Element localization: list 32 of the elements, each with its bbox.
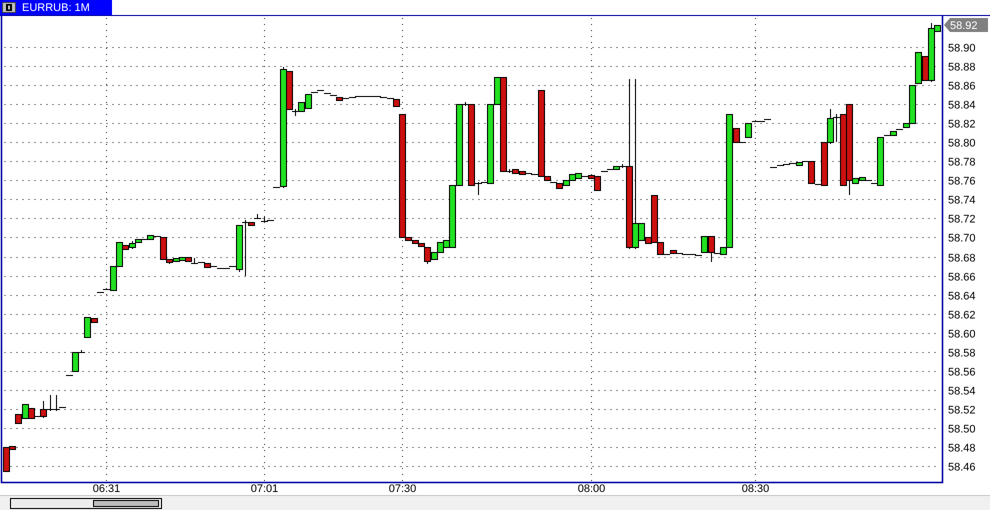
chart-tab[interactable]: EURRUB: 1M — [0, 0, 112, 15]
price-label: 58.50 — [948, 424, 976, 436]
price-label: 58.46 — [948, 462, 976, 474]
price-label: 58.48 — [948, 442, 976, 454]
price-label: 58.54 — [948, 386, 976, 398]
price-label: 58.84 — [948, 100, 976, 112]
time-label: 07:30 — [388, 483, 416, 495]
price-label: 58.62 — [948, 310, 976, 322]
price-label: 58.72 — [948, 214, 976, 226]
price-label: 58.74 — [948, 194, 976, 206]
price-label: 58.78 — [948, 156, 976, 168]
time-label: 08:00 — [578, 483, 606, 495]
price-label: 58.58 — [948, 348, 976, 360]
current-price-tag: 58.92 — [944, 18, 988, 32]
price-label: 58.68 — [948, 252, 976, 264]
window-icon — [2, 2, 16, 13]
time-label: 08:30 — [742, 483, 770, 495]
price-label: 58.66 — [948, 272, 976, 284]
price-label: 58.56 — [948, 366, 976, 378]
price-label: 58.80 — [948, 138, 976, 150]
price-label: 58.70 — [948, 232, 976, 244]
price-label: 58.52 — [948, 404, 976, 416]
scrollbar[interactable] — [10, 498, 162, 509]
price-label: 58.88 — [948, 62, 976, 74]
price-label: 58.82 — [948, 118, 976, 130]
price-label: 58.76 — [948, 176, 976, 188]
price-label: 58.90 — [948, 42, 976, 54]
time-label: 07:01 — [250, 483, 278, 495]
price-label: 58.60 — [948, 328, 976, 340]
price-label: 58.86 — [948, 80, 976, 92]
price-label: 58.64 — [948, 290, 976, 302]
time-label: 06:31 — [92, 483, 120, 495]
